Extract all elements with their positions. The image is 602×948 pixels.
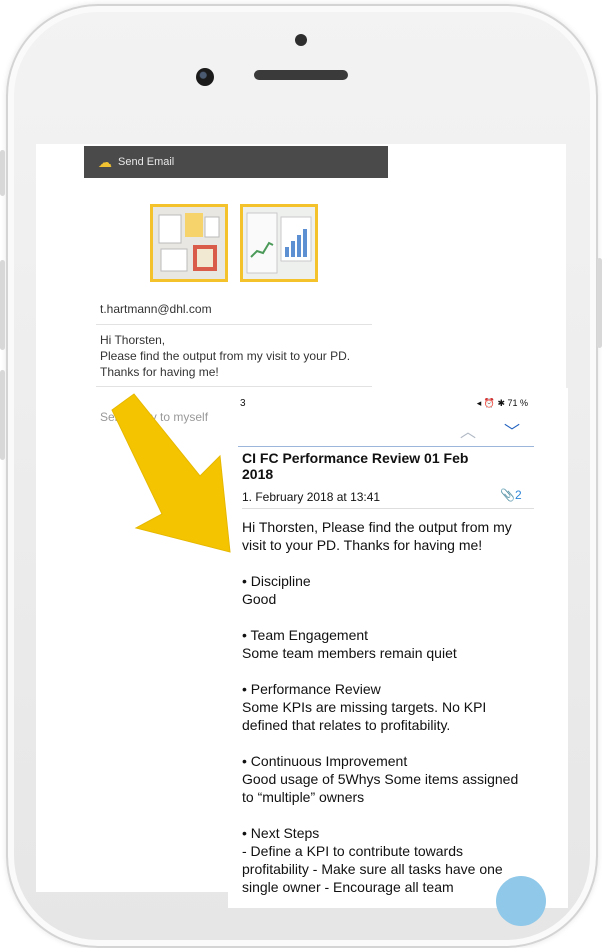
divider bbox=[96, 386, 372, 387]
earpiece-speaker bbox=[254, 70, 348, 80]
section-text: Good usage of 5Whys Some items assigned … bbox=[242, 771, 519, 805]
mail-section: • Performance Review Some KPIs are missin… bbox=[242, 680, 532, 734]
floating-action-button[interactable] bbox=[496, 876, 546, 926]
message-body-field[interactable]: Hi Thorsten, Please find the output from… bbox=[100, 332, 380, 380]
cloud-upload-icon: ☁ bbox=[98, 153, 112, 170]
proximity-sensor bbox=[295, 34, 307, 46]
attachment-count: 2 bbox=[514, 488, 522, 502]
section-heading: • Next Steps bbox=[242, 825, 320, 841]
recipient-email[interactable]: t.hartmann@dhl.com bbox=[100, 302, 212, 316]
section-text: Good bbox=[242, 591, 277, 607]
volume-up-button bbox=[0, 260, 5, 350]
mail-section: • Discipline Good bbox=[242, 572, 532, 608]
volume-down-button bbox=[0, 370, 5, 460]
paperclip-icon: 📎 bbox=[500, 488, 515, 502]
mail-intro: Hi Thorsten, Please find the output from… bbox=[242, 519, 512, 553]
section-heading: • Performance Review bbox=[242, 681, 381, 697]
status-icons: ◂ ⏰ ✱ 71 % bbox=[476, 398, 528, 408]
mail-subject: CI FC Performance Review 01 Feb 2018 bbox=[242, 450, 469, 482]
mail-body: Hi Thorsten, Please find the output from… bbox=[242, 518, 532, 914]
arrow-down-right-icon bbox=[111, 393, 231, 553]
front-camera bbox=[196, 68, 214, 86]
whiteboard-photo-2 bbox=[243, 207, 315, 279]
section-text: - Define a KPI to contribute towards pro… bbox=[242, 843, 503, 895]
whiteboard-photo-1 bbox=[153, 207, 225, 279]
mail-section: • Continuous Improvement Good usage of 5W… bbox=[242, 752, 532, 806]
section-heading: • Continuous Improvement bbox=[242, 753, 408, 769]
attachment-thumbnail-2[interactable] bbox=[240, 204, 318, 282]
message-greeting: Hi Thorsten, bbox=[100, 333, 166, 347]
attachment-indicator[interactable]: 📎2 bbox=[500, 488, 522, 502]
mail-detail-screenshot: 3 ◂ ⏰ ✱ 71 % ︿ ﹀ CI FC Performance Revie… bbox=[228, 388, 568, 908]
mute-switch bbox=[0, 150, 5, 196]
header-divider bbox=[238, 446, 534, 447]
section-text: Some KPIs are missing targets. No KPI de… bbox=[242, 699, 487, 733]
divider bbox=[96, 324, 372, 325]
mail-section: • Team Engagement Some team members remai… bbox=[242, 626, 532, 662]
message-text: Please find the output from my visit to … bbox=[100, 349, 351, 379]
section-text: Some team members remain quiet bbox=[242, 645, 457, 661]
send-email-label: Send Email bbox=[118, 156, 175, 168]
mail-date: 1. February 2018 at 13:41 bbox=[242, 490, 381, 504]
section-heading: • Team Engagement bbox=[242, 627, 369, 643]
date-divider bbox=[242, 508, 534, 509]
mail-section: • Next Steps - Define a KPI to contribute… bbox=[242, 824, 532, 896]
chevron-up-icon[interactable]: ︿ bbox=[460, 418, 476, 442]
chevron-down-icon[interactable]: ﹀ bbox=[504, 418, 520, 442]
power-button bbox=[597, 258, 602, 348]
section-heading: • Discipline bbox=[242, 573, 311, 589]
attachment-thumbnail-1[interactable] bbox=[150, 204, 228, 282]
send-email-bar[interactable]: ☁ Send Email bbox=[84, 146, 388, 178]
